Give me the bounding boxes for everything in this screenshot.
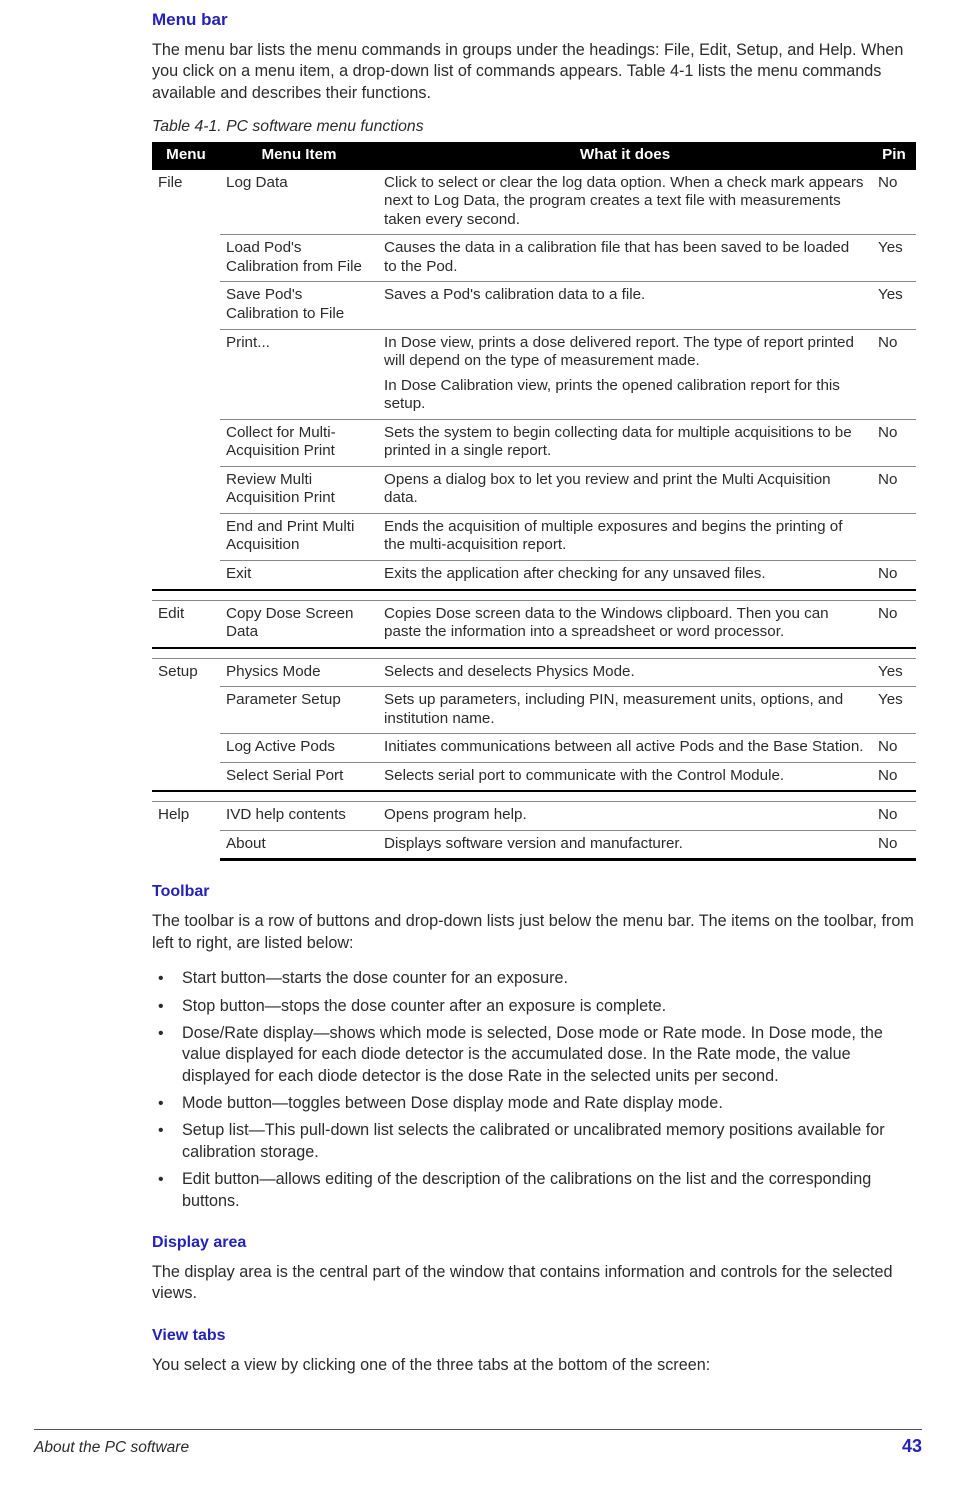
paragraph-view-tabs: You select a view by clicking one of the… xyxy=(152,1355,916,1376)
list-item: Dose/Rate display—shows which mode is se… xyxy=(152,1023,916,1087)
table-row: ExitExits the application after checking… xyxy=(152,560,916,589)
table-row: HelpIVD help contentsOpens program help.… xyxy=(152,802,916,831)
table-group-separator xyxy=(152,590,916,601)
cell-description: Ends the acquisition of multiple exposur… xyxy=(378,513,872,560)
cell-description: Initiates communications between all act… xyxy=(378,734,872,763)
table-caption: Table 4-1. PC software menu functions xyxy=(152,118,916,136)
cell-menu-item: Print... xyxy=(220,329,378,419)
th-desc: What it does xyxy=(378,142,872,170)
cell-pin: Yes xyxy=(872,658,916,687)
table-row: Save Pod's Calibration to FileSaves a Po… xyxy=(152,282,916,329)
table-row: AboutDisplays software version and manuf… xyxy=(152,830,916,860)
cell-menu-item: Log Data xyxy=(220,170,378,235)
page: Menu bar The menu bar lists the menu com… xyxy=(0,0,976,1485)
menu-functions-table: Menu Menu Item What it does Pin FileLog … xyxy=(152,142,916,861)
cell-menu-item: Save Pod's Calibration to File xyxy=(220,282,378,329)
cell-pin: No xyxy=(872,560,916,589)
page-footer: About the PC software 43 xyxy=(34,1429,922,1457)
th-menu: Menu xyxy=(152,142,220,170)
cell-menu-item: End and Print Multi Acquisition xyxy=(220,513,378,560)
cell-pin: No xyxy=(872,830,916,860)
footer-title: About the PC software xyxy=(34,1439,189,1457)
cell-pin: No xyxy=(872,734,916,763)
table-row: Load Pod's Calibration from FileCauses t… xyxy=(152,235,916,282)
footer-page-number: 43 xyxy=(902,1436,922,1457)
cell-menu-item: Select Serial Port xyxy=(220,762,378,791)
cell-menu-item: Collect for Multi-Acquisition Print xyxy=(220,419,378,466)
th-pin: Pin xyxy=(872,142,916,170)
cell-description: In Dose view, prints a dose delivered re… xyxy=(378,329,872,419)
heading-menu-bar: Menu bar xyxy=(152,10,916,30)
cell-menu: Edit xyxy=(152,600,220,648)
cell-description: Causes the data in a calibration file th… xyxy=(378,235,872,282)
cell-description: Click to select or clear the log data op… xyxy=(378,170,872,235)
cell-menu-item: Review Multi Acquisition Print xyxy=(220,466,378,513)
cell-menu-item: Physics Mode xyxy=(220,658,378,687)
table-row: SetupPhysics ModeSelects and deselects P… xyxy=(152,658,916,687)
list-item: Setup list—This pull-down list selects t… xyxy=(152,1120,916,1163)
cell-menu: Setup xyxy=(152,658,220,791)
table-group-separator xyxy=(152,791,916,802)
table-row: Review Multi Acquisition PrintOpens a di… xyxy=(152,466,916,513)
cell-pin: No xyxy=(872,600,916,648)
cell-menu-item: Parameter Setup xyxy=(220,687,378,734)
list-item: Stop button—stops the dose counter after… xyxy=(152,996,916,1017)
table-row: Print...In Dose view, prints a dose deli… xyxy=(152,329,916,419)
cell-description: Copies Dose screen data to the Windows c… xyxy=(378,600,872,648)
cell-description: Opens a dialog box to let you review and… xyxy=(378,466,872,513)
heading-toolbar: Toolbar xyxy=(152,883,916,901)
cell-description: Exits the application after checking for… xyxy=(378,560,872,589)
table-row: Parameter SetupSets up parameters, inclu… xyxy=(152,687,916,734)
cell-menu-item: Log Active Pods xyxy=(220,734,378,763)
table-group-separator xyxy=(152,648,916,659)
table-row: EditCopy Dose Screen DataCopies Dose scr… xyxy=(152,600,916,648)
cell-pin: No xyxy=(872,170,916,235)
list-item: Edit button—allows editing of the descri… xyxy=(152,1169,916,1212)
cell-description: Sets up parameters, including PIN, measu… xyxy=(378,687,872,734)
cell-pin: Yes xyxy=(872,235,916,282)
cell-description: Saves a Pod's calibration data to a file… xyxy=(378,282,872,329)
paragraph-menu-bar-intro: The menu bar lists the menu commands in … xyxy=(152,40,916,104)
paragraph-toolbar-intro: The toolbar is a row of buttons and drop… xyxy=(152,911,916,954)
cell-menu: Help xyxy=(152,802,220,860)
cell-pin: Yes xyxy=(872,282,916,329)
paragraph-display-area: The display area is the central part of … xyxy=(152,1262,916,1305)
table-row: Select Serial PortSelects serial port to… xyxy=(152,762,916,791)
list-item: Mode button—toggles between Dose display… xyxy=(152,1093,916,1114)
table-row: End and Print Multi AcquisitionEnds the … xyxy=(152,513,916,560)
toolbar-bullet-list: Start button—starts the dose counter for… xyxy=(152,968,916,1212)
cell-menu-item: Load Pod's Calibration from File xyxy=(220,235,378,282)
cell-pin: No xyxy=(872,762,916,791)
table-row: Collect for Multi-Acquisition PrintSets … xyxy=(152,419,916,466)
heading-view-tabs: View tabs xyxy=(152,1327,916,1345)
cell-menu-item: IVD help contents xyxy=(220,802,378,831)
cell-menu: File xyxy=(152,170,220,590)
cell-description: Sets the system to begin collecting data… xyxy=(378,419,872,466)
cell-pin xyxy=(872,513,916,560)
cell-pin: No xyxy=(872,329,916,419)
cell-description: Selects serial port to communicate with … xyxy=(378,762,872,791)
cell-pin: No xyxy=(872,419,916,466)
cell-pin: Yes xyxy=(872,687,916,734)
cell-pin: No xyxy=(872,802,916,831)
cell-menu-item: Exit xyxy=(220,560,378,589)
cell-pin: No xyxy=(872,466,916,513)
heading-display-area: Display area xyxy=(152,1234,916,1252)
th-item: Menu Item xyxy=(220,142,378,170)
cell-description: Opens program help. xyxy=(378,802,872,831)
cell-menu-item: About xyxy=(220,830,378,860)
list-item: Start button—starts the dose counter for… xyxy=(152,968,916,989)
cell-menu-item: Copy Dose Screen Data xyxy=(220,600,378,648)
table-row: FileLog DataClick to select or clear the… xyxy=(152,170,916,235)
cell-description: Displays software version and manufactur… xyxy=(378,830,872,860)
table-header-row: Menu Menu Item What it does Pin xyxy=(152,142,916,170)
table-row: Log Active PodsInitiates communications … xyxy=(152,734,916,763)
cell-description: Selects and deselects Physics Mode. xyxy=(378,658,872,687)
